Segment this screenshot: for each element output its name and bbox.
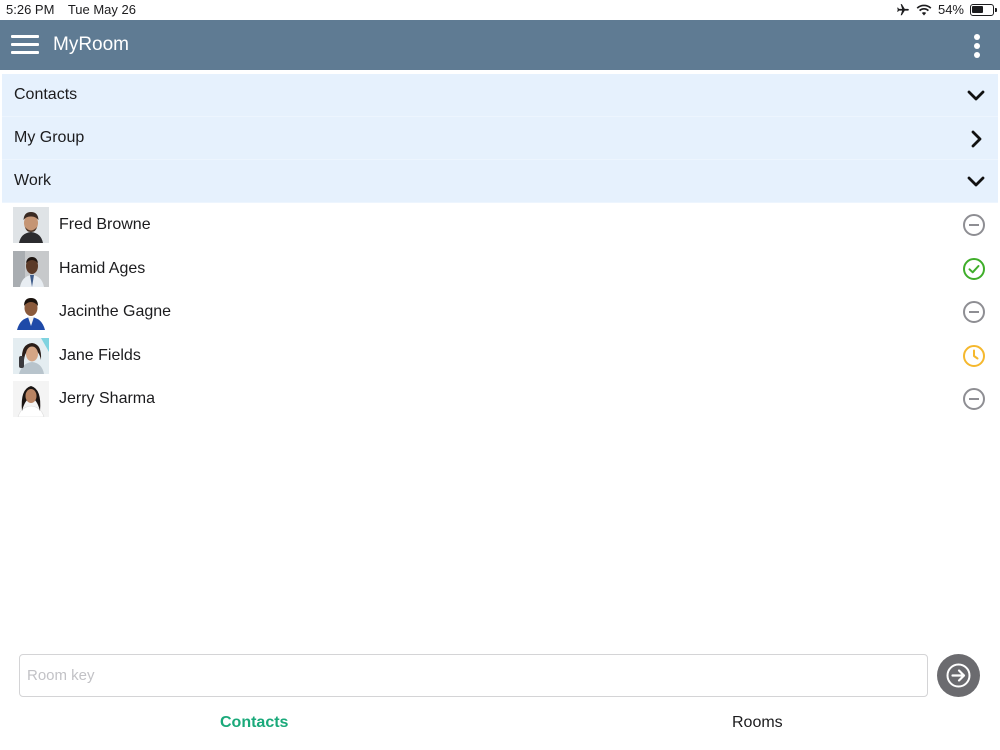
avatar — [13, 337, 49, 374]
contact-name: Jacinthe Gagne — [59, 303, 172, 320]
contact-name: Jane Fields — [59, 346, 141, 364]
group-row-my-group[interactable]: My Group — [2, 117, 998, 160]
tab-rooms[interactable]: Rooms — [732, 714, 783, 732]
hamburger-menu-icon[interactable] — [10, 31, 40, 59]
contact-row-fred-browne[interactable]: Fred Browne — [2, 203, 998, 247]
contact-name: Hamid Ages — [59, 259, 146, 277]
check-circle-icon — [963, 257, 985, 280]
battery-level — [972, 5, 983, 13]
vertical-ellipsis-icon[interactable] — [972, 32, 982, 60]
room-key-input[interactable] — [19, 654, 928, 697]
submit-room-key-button[interactable] — [937, 654, 980, 697]
avatar — [13, 381, 49, 417]
group-list: Contacts My Group Work — [2, 74, 998, 203]
status-time: 5:26 PM — [6, 2, 55, 17]
app-header: MyRoom — [0, 20, 1000, 70]
contact-row-jacinthe-gagne[interactable]: Jacinthe Gagne — [2, 290, 998, 334]
group-row-contacts[interactable]: Contacts — [2, 74, 998, 117]
contact-row-jane-fields[interactable]: Jane Fields — [2, 334, 998, 378]
status-bar: 5:26 PM Tue May 26 54% — [0, 0, 1000, 20]
wifi-icon — [916, 4, 932, 15]
avatar — [13, 250, 49, 287]
arrow-right-icon — [946, 663, 971, 688]
tab-contacts[interactable]: Contacts — [220, 714, 288, 732]
battery-percent: 54% — [937, 2, 964, 17]
contact-row-jerry-sharma[interactable]: Jerry Sharma — [2, 377, 998, 421]
avatar — [13, 294, 49, 330]
app-title: MyRoom — [53, 34, 130, 55]
bottom-tab-bar: Contacts Rooms — [0, 704, 1000, 744]
group-row-work[interactable]: Work — [2, 160, 998, 203]
contact-list: Fred Browne Hamid Ages Jacinthe Gagne Ja… — [2, 203, 998, 421]
contact-name: Jerry Sharma — [59, 390, 156, 407]
chevron-right-icon — [971, 130, 982, 148]
minus-circle-icon — [963, 301, 985, 323]
contact-row-hamid-ages[interactable]: Hamid Ages — [2, 247, 998, 291]
group-label: My Group — [14, 129, 85, 146]
group-label: Contacts — [14, 86, 78, 103]
minus-circle-icon — [963, 214, 985, 236]
group-label: Work — [14, 172, 52, 189]
avatar — [13, 207, 49, 243]
chevron-down-icon — [967, 90, 985, 101]
chevron-down-icon — [967, 176, 985, 187]
minus-circle-icon — [963, 388, 985, 410]
airplane-mode-icon — [897, 3, 909, 15]
clock-icon — [963, 344, 985, 367]
contact-name: Fred Browne — [59, 216, 151, 233]
battery-icon — [970, 3, 997, 16]
status-date: Tue May 26 — [67, 2, 136, 17]
